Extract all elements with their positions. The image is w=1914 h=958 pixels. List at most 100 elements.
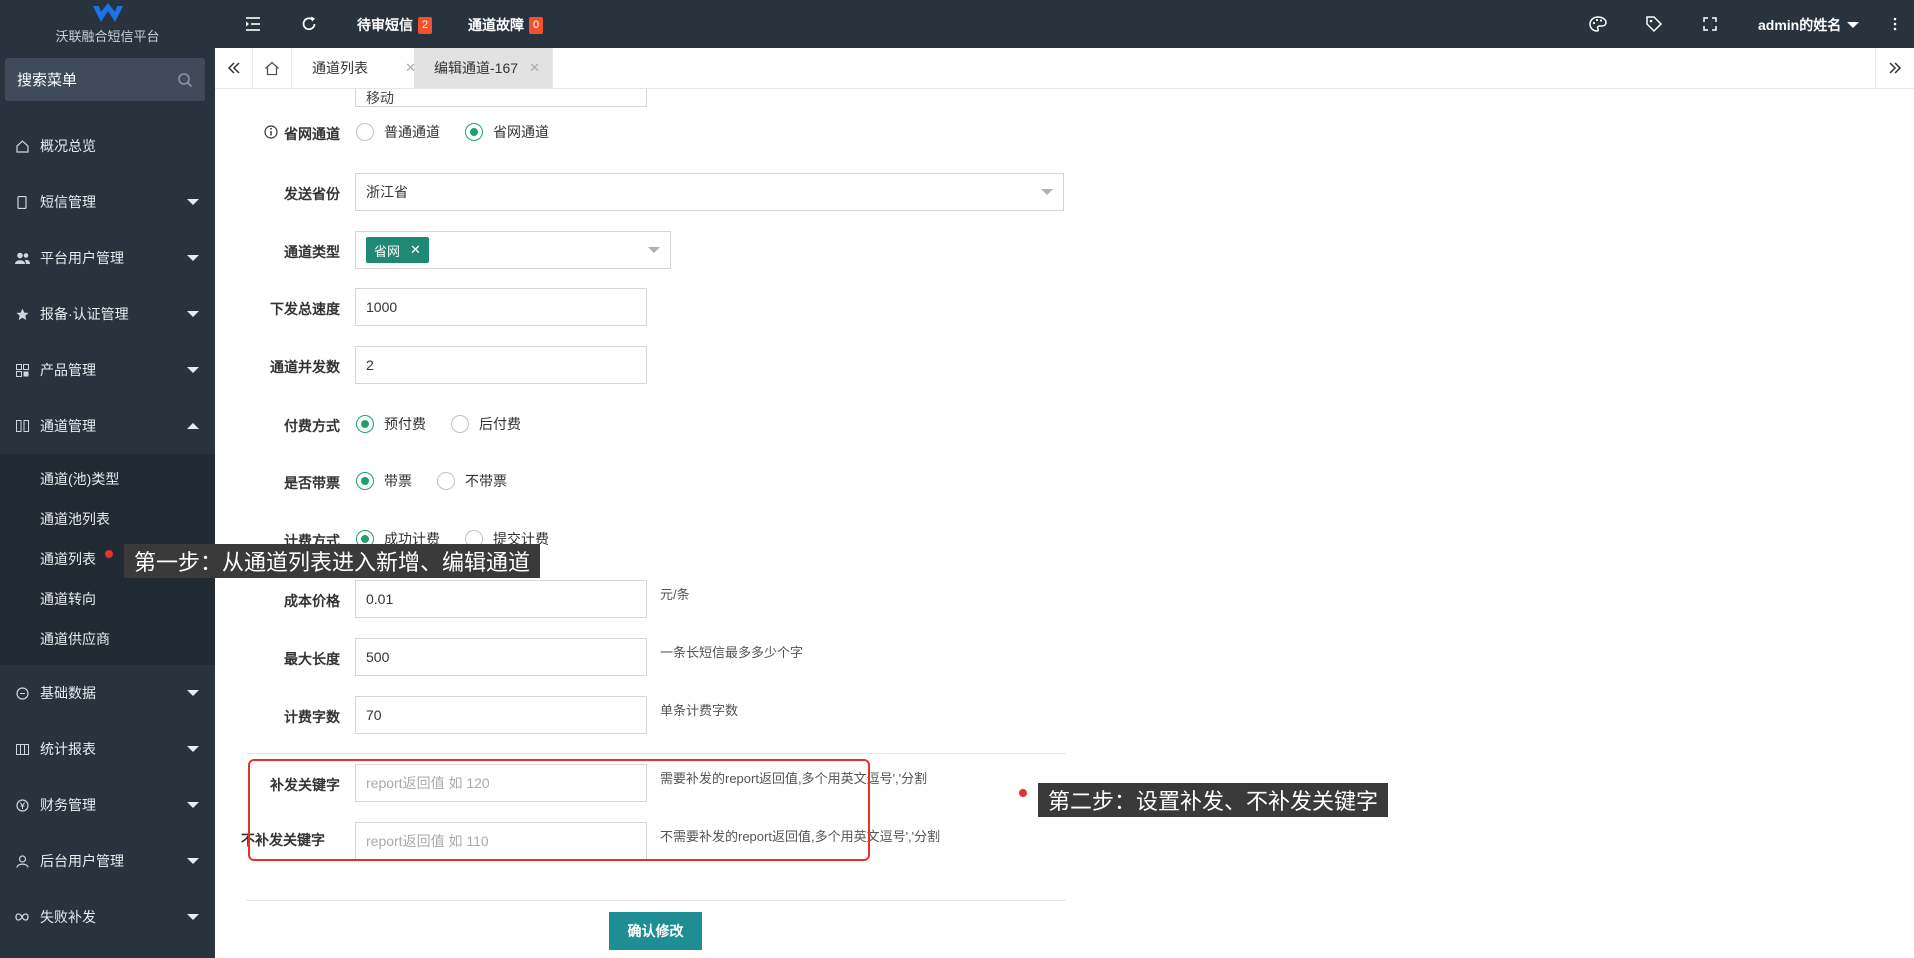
sidebar-item-label: 基础数据 [40, 685, 96, 701]
sidebar-item-filing[interactable]: 报备·认证管理 [0, 286, 215, 342]
sidebar-subitem-channel-redirect[interactable]: 通道转向 [0, 579, 215, 619]
user-menu[interactable]: admin的姓名 [1758, 15, 1860, 35]
operator-field[interactable]: 移动 [355, 89, 647, 107]
sidebar-item-base-data[interactable]: 基础数据 [0, 665, 215, 721]
radio-label: 省网通道 [493, 124, 549, 140]
sidebar-item-reports[interactable]: 统计报表 [0, 721, 215, 777]
send-province-select[interactable]: 浙江省 [355, 173, 1064, 211]
total-speed-label: 下发总速度 [270, 301, 340, 317]
palette-icon[interactable] [1588, 14, 1608, 34]
radio-normal-channel[interactable]: 普通通道 [356, 122, 440, 142]
total-speed-value: 1000 [366, 299, 398, 315]
close-icon[interactable]: ✕ [529, 60, 540, 76]
sidebar-item-products[interactable]: 产品管理 [0, 342, 215, 398]
max-length-input[interactable]: 500 [355, 638, 647, 676]
sidebar-item-platform-users[interactable]: 平台用户管理 [0, 230, 215, 286]
send-province-value: 浙江省 [366, 184, 408, 200]
search-icon [178, 72, 193, 87]
radio-label: 提交计费 [493, 531, 549, 545]
radio-postpaid[interactable]: 后付费 [451, 414, 521, 434]
channel-fault-badge: 0 [529, 16, 544, 34]
radio-circle [465, 530, 483, 545]
logo-text: 沃联融合短信平台 [55, 29, 160, 44]
radio-without-ticket[interactable]: 不带票 [437, 471, 507, 491]
chevron-down-icon [187, 199, 199, 205]
max-length-value: 500 [366, 649, 390, 665]
sidebar-subitem-channel-pool-list[interactable]: 通道池列表 [0, 499, 215, 539]
radio-label: 不带票 [465, 473, 507, 489]
billing-row: 计费方式 成功计费 提交计费 [215, 529, 1215, 545]
sidebar-item-channels[interactable]: 通道管理 [0, 398, 215, 454]
logo-icon [92, 3, 123, 22]
sidebar-item-failed-resend[interactable]: 失败补发 [0, 889, 215, 945]
max-length-label: 最大长度 [284, 651, 340, 667]
menu-search-input[interactable]: 搜索菜单 [5, 58, 205, 101]
star-icon [14, 306, 30, 322]
sidebar-item-label: 短信管理 [40, 194, 96, 210]
radio-province-channel[interactable]: 省网通道 [465, 122, 549, 142]
sidebar-subitem-channel-supplier[interactable]: 通道供应商 [0, 619, 215, 659]
max-length-hint: 一条长短信最多多少个字 [660, 645, 804, 660]
billing-chars-input[interactable]: 70 [355, 696, 647, 734]
ticket-label: 是否带票 [284, 475, 340, 491]
fullscreen-icon[interactable] [1700, 14, 1720, 34]
cost-price-input[interactable]: 0.01 [355, 580, 647, 618]
radio-success-billing[interactable]: 成功计费 [356, 529, 440, 545]
cost-price-hint: 元/条 [660, 587, 690, 602]
annotation-dot [1019, 789, 1027, 797]
sidebar-item-sms[interactable]: 短信管理 [0, 174, 215, 230]
report-icon [14, 741, 30, 757]
close-icon[interactable]: ✕ [410, 242, 421, 258]
radio-with-ticket[interactable]: 带票 [356, 471, 412, 491]
chevron-down-icon [187, 746, 199, 752]
menu-toggle-icon[interactable] [243, 14, 263, 34]
tag-label: 省网 [374, 243, 401, 259]
channel-fault-link[interactable]: 通道故障 0 [468, 15, 544, 35]
concurrency-label: 通道并发数 [270, 359, 340, 375]
radio-prepaid[interactable]: 预付费 [356, 414, 426, 434]
send-province-label: 发送省份 [284, 186, 340, 202]
channel-type-select[interactable]: 省网 ✕ [355, 231, 671, 269]
sidebar-item-admin-users[interactable]: 后台用户管理 [0, 833, 215, 889]
radio-submit-billing[interactable]: 提交计费 [465, 529, 549, 545]
tab-home[interactable] [253, 48, 292, 88]
chevron-down-icon [1041, 189, 1053, 195]
edit-channel-form: 移动 省网通道 普通通道 省网通道 发送省份 浙江省 通道类型 省网 ✕ 下发总… [215, 89, 1914, 958]
highlight-box [248, 759, 870, 861]
chevron-up-icon [187, 423, 199, 429]
sidebar-item-label: 报备·认证管理 [40, 306, 129, 322]
tab-scroll-left-button[interactable] [215, 48, 253, 88]
billing-chars-value: 70 [366, 707, 382, 723]
sidebar-item-label: 后台用户管理 [40, 853, 124, 869]
cost-price-value: 0.01 [366, 591, 394, 607]
tab-scroll-right-button[interactable] [1875, 48, 1914, 88]
sidebar-item-overview[interactable]: 概况总览 [0, 118, 215, 174]
radio-circle [356, 123, 374, 141]
total-speed-input[interactable]: 1000 [355, 288, 647, 326]
confirm-edit-button[interactable]: 确认修改 [609, 912, 702, 950]
pending-sms-label: 待审短信 [357, 17, 413, 33]
tab-channel-list[interactable]: 通道列表 ✕ [292, 48, 429, 88]
tag-icon[interactable] [1644, 14, 1664, 34]
tab-edit-channel[interactable]: 编辑通道-167 ✕ [414, 48, 553, 88]
user-icon [14, 853, 30, 869]
sidebar-item-finance[interactable]: 财务管理 [0, 777, 215, 833]
pending-sms-link[interactable]: 待审短信 2 [357, 15, 433, 35]
sidebar-item-label: 产品管理 [40, 362, 96, 378]
phone-icon [14, 194, 30, 210]
channel-icon [14, 418, 30, 434]
sidebar-item-label: 统计报表 [40, 741, 96, 757]
concurrency-input[interactable]: 2 [355, 346, 647, 384]
refresh-icon[interactable] [299, 14, 319, 34]
billing-chars-hint: 单条计费字数 [660, 703, 739, 718]
annotation-step2: 第二步：设置补发、不补发关键字 [1038, 783, 1389, 817]
radio-circle [437, 472, 455, 490]
more-vertical-icon[interactable] [1885, 14, 1905, 34]
user-name: admin的姓名 [1758, 17, 1842, 33]
pending-sms-badge: 2 [418, 16, 433, 34]
sidebar-subitem-channel-pool-type[interactable]: 通道(池)类型 [0, 459, 215, 499]
sidebar-item-label: 概况总览 [40, 138, 96, 154]
radio-label: 成功计费 [384, 531, 440, 545]
operator-value: 移动 [366, 90, 394, 106]
radio-label: 预付费 [384, 416, 426, 432]
